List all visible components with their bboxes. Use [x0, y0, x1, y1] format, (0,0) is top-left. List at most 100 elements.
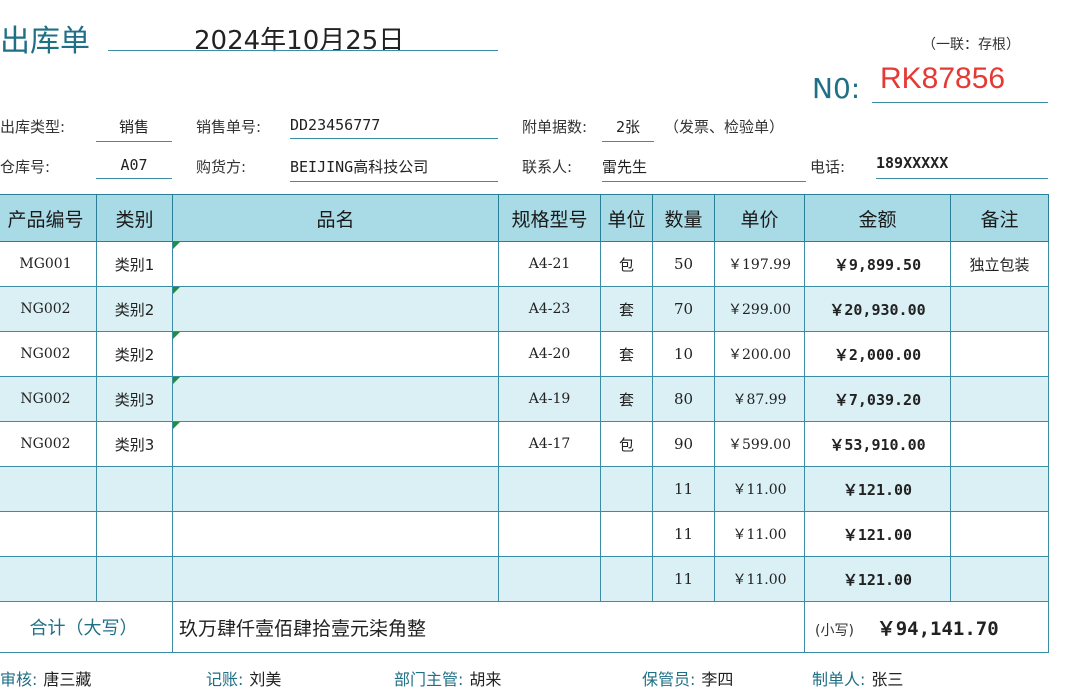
keeper-value[interactable]: 李四 — [701, 670, 733, 689]
type-value[interactable]: 销售 — [96, 116, 172, 142]
cell-amount[interactable]: ￥20,930.00 — [804, 286, 951, 332]
cell-note[interactable] — [950, 556, 1049, 602]
cell-unit[interactable]: 套 — [600, 331, 653, 377]
cell-note[interactable] — [950, 511, 1049, 557]
header-amount: 金额 — [804, 194, 951, 242]
maker-value[interactable]: 张三 — [871, 670, 903, 689]
phone-value[interactable]: 189XXXXX — [876, 154, 1048, 179]
total-chinese-amount[interactable]: 玖万肆仟壹佰肆拾壹元柒角整 — [172, 601, 805, 653]
cell-category[interactable]: 类别2 — [96, 286, 173, 332]
cell-unit[interactable] — [600, 556, 653, 602]
comment-marker-icon — [173, 242, 180, 249]
cell-price[interactable]: ￥11.00 — [714, 511, 805, 557]
cell-quantity[interactable]: 50 — [652, 241, 715, 287]
cell-code[interactable]: NG002 — [0, 421, 97, 467]
cell-price[interactable]: ￥11.00 — [714, 466, 805, 512]
cell-category[interactable] — [96, 556, 173, 602]
warehouse-value[interactable]: A07 — [96, 156, 172, 179]
cell-price[interactable]: ￥11.00 — [714, 556, 805, 602]
cell-quantity[interactable]: 90 — [652, 421, 715, 467]
cell-category[interactable] — [96, 511, 173, 557]
cell-spec[interactable]: A4-20 — [498, 331, 601, 377]
cell-unit[interactable]: 套 — [600, 376, 653, 422]
cell-name[interactable] — [172, 376, 499, 422]
total-label: 合计（大写） — [0, 601, 173, 653]
document-date[interactable]: 2024年10月25日 — [194, 20, 404, 57]
cell-code[interactable]: MG001 — [0, 241, 97, 287]
cell-amount[interactable]: ￥121.00 — [804, 511, 951, 557]
cell-unit[interactable]: 包 — [600, 421, 653, 467]
cell-spec[interactable] — [498, 466, 601, 512]
cell-unit[interactable] — [600, 511, 653, 557]
cell-amount[interactable]: ￥2,000.00 — [804, 331, 951, 377]
dept-value[interactable]: 胡来 — [469, 670, 501, 689]
footer-maker: 制单人: 张三 — [812, 666, 903, 690]
cell-unit[interactable]: 套 — [600, 286, 653, 332]
cell-name[interactable] — [172, 466, 499, 512]
cell-spec[interactable] — [498, 511, 601, 557]
type-label: 出库类型: — [0, 118, 66, 136]
cell-spec[interactable]: A4-21 — [498, 241, 601, 287]
buyer-value[interactable]: BEIJING高科技公司 — [290, 156, 498, 182]
cell-note[interactable] — [950, 466, 1049, 512]
cell-quantity[interactable]: 11 — [652, 466, 715, 512]
cell-code[interactable] — [0, 511, 97, 557]
cell-name[interactable] — [172, 556, 499, 602]
warehouse-label: 仓库号: — [0, 158, 51, 176]
cell-spec[interactable] — [498, 556, 601, 602]
cell-code[interactable]: NG002 — [0, 376, 97, 422]
cell-unit[interactable] — [600, 466, 653, 512]
cell-note[interactable] — [950, 331, 1049, 377]
cell-category[interactable]: 类别2 — [96, 331, 173, 377]
cell-price[interactable]: ￥87.99 — [714, 376, 805, 422]
cell-name[interactable] — [172, 286, 499, 332]
account-value[interactable]: 刘美 — [249, 670, 281, 689]
contact-label: 联系人: — [522, 158, 573, 176]
header-quantity: 数量 — [652, 194, 715, 242]
cell-name[interactable] — [172, 331, 499, 377]
total-number-cell[interactable]: (小写) ￥94,141.70 — [804, 601, 1049, 653]
cell-code[interactable]: NG002 — [0, 286, 97, 332]
audit-value[interactable]: 唐三藏 — [43, 670, 91, 689]
cell-code[interactable] — [0, 466, 97, 512]
cell-amount[interactable]: ￥7,039.20 — [804, 376, 951, 422]
table-row: 11 ￥11.00 ￥121.00 — [0, 511, 1049, 557]
cell-quantity[interactable]: 10 — [652, 331, 715, 377]
cell-code[interactable] — [0, 556, 97, 602]
cell-name[interactable] — [172, 421, 499, 467]
order-label: 销售单号: — [196, 118, 262, 136]
contact-value[interactable]: 雷先生 — [602, 156, 806, 182]
cell-quantity[interactable]: 11 — [652, 511, 715, 557]
cell-amount[interactable]: ￥53,910.00 — [804, 421, 951, 467]
cell-category[interactable]: 类别3 — [96, 421, 173, 467]
attach-value[interactable]: 2张 — [602, 116, 654, 142]
cell-note[interactable] — [950, 421, 1049, 467]
cell-amount[interactable]: ￥121.00 — [804, 466, 951, 512]
cell-quantity[interactable]: 80 — [652, 376, 715, 422]
order-value[interactable]: DD23456777 — [290, 116, 498, 139]
cell-quantity[interactable]: 70 — [652, 286, 715, 332]
cell-name[interactable] — [172, 511, 499, 557]
cell-amount[interactable]: ￥9,899.50 — [804, 241, 951, 287]
total-number-amount: ￥94,141.70 — [876, 617, 999, 640]
cell-spec[interactable]: A4-17 — [498, 421, 601, 467]
cell-unit[interactable]: 包 — [600, 241, 653, 287]
cell-spec[interactable]: A4-23 — [498, 286, 601, 332]
number-value[interactable]: RK87856 — [880, 62, 1005, 96]
cell-price[interactable]: ￥299.00 — [714, 286, 805, 332]
cell-spec[interactable]: A4-19 — [498, 376, 601, 422]
cell-note[interactable]: 独立包装 — [950, 241, 1049, 287]
cell-code[interactable]: NG002 — [0, 331, 97, 377]
cell-quantity[interactable]: 11 — [652, 556, 715, 602]
cell-price[interactable]: ￥200.00 — [714, 331, 805, 377]
cell-category[interactable] — [96, 466, 173, 512]
cell-category[interactable]: 类别1 — [96, 241, 173, 287]
cell-note[interactable] — [950, 286, 1049, 332]
cell-price[interactable]: ￥599.00 — [714, 421, 805, 467]
cell-name[interactable] — [172, 241, 499, 287]
cell-category[interactable]: 类别3 — [96, 376, 173, 422]
cell-price[interactable]: ￥197.99 — [714, 241, 805, 287]
cell-note[interactable] — [950, 376, 1049, 422]
cell-amount[interactable]: ￥121.00 — [804, 556, 951, 602]
footer-dept: 部门主管: 胡来 — [394, 666, 501, 690]
